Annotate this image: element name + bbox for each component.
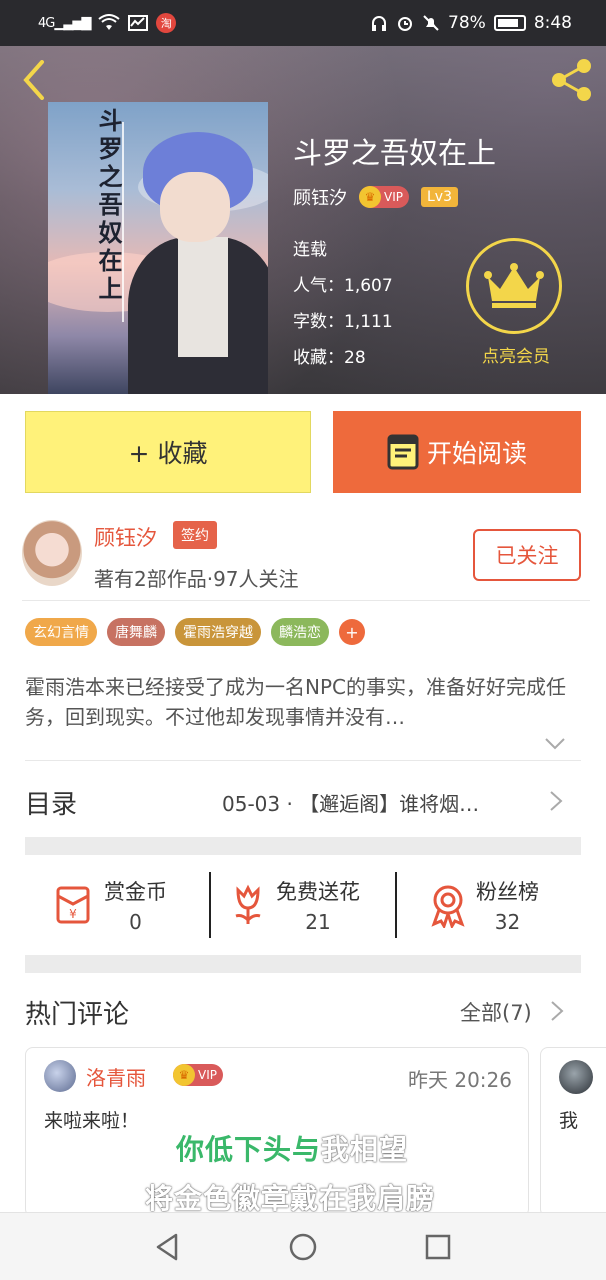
tag-item[interactable]: 麟浩恋 (271, 618, 329, 646)
vip-member-button[interactable] (466, 238, 562, 334)
serial-status: 连载 (293, 240, 327, 260)
alarm-icon (398, 17, 413, 31)
comment-text: 我 (559, 1110, 579, 1132)
fans-ranking-button[interactable]: 粉丝榜 32 (426, 872, 539, 938)
red-envelope-icon: ¥ (56, 886, 90, 924)
reward-coins-label: 赏金币 (104, 880, 167, 904)
section-separator (25, 837, 581, 855)
vip-member-label[interactable]: 点亮会员 (468, 342, 564, 367)
svg-text:¥: ¥ (69, 907, 77, 921)
comment-time: 昨天 20:26 (408, 1068, 512, 1092)
wifi-icon (98, 14, 120, 30)
clock: 8:48 (533, 13, 572, 33)
share-button[interactable] (550, 58, 594, 102)
divider (395, 872, 397, 938)
author-name[interactable]: 顾钰汐 (293, 184, 347, 210)
comment-text: 来啦来啦！ (44, 1110, 140, 1132)
start-reading-button[interactable]: 开始阅读 (333, 411, 581, 493)
free-flower-value: 21 (305, 910, 331, 934)
commenter-name[interactable]: 洛青雨 (86, 1062, 146, 1091)
author-row: 顾钰汐 ♛ VIP Lv3 (293, 184, 458, 210)
follow-button[interactable]: 已关注 (473, 529, 581, 581)
latest-chapter[interactable]: 05-03 · 【邂逅阁】谁将烟… (222, 788, 479, 817)
book-icon (387, 434, 419, 470)
divider (25, 760, 581, 761)
book-meta: 连载 人气：1,607 字数：1,111 收藏：28 (293, 232, 393, 376)
commenter-avatar[interactable] (44, 1060, 76, 1092)
author-avatar[interactable] (22, 520, 82, 586)
nav-recents-icon[interactable] (422, 1231, 454, 1263)
reward-coins-button[interactable]: ¥ 赏金币 0 (52, 872, 167, 938)
author-stats: 著有2部作品·97人关注 (94, 567, 299, 591)
free-flower-label: 免费送花 (276, 880, 360, 904)
lyrics-line-1: 你低下头与我相望 (176, 1133, 409, 1166)
taobao-notification-icon: 淘 (156, 13, 177, 33)
nav-home-icon[interactable] (287, 1231, 319, 1263)
system-nav-bar (0, 1212, 606, 1280)
all-comments-link[interactable]: 全部(7) (460, 997, 532, 1027)
comment-card[interactable]: 我 (540, 1047, 606, 1217)
chevron-right-icon[interactable] (550, 1000, 564, 1022)
popularity: 人气：1,607 (293, 276, 393, 296)
battery-percent: 78% (448, 13, 486, 33)
status-bar: 4G▁▃▅▇ 淘 78% 8:48 (0, 0, 606, 46)
book-header: 斗罗之吾奴在上 斗罗之吾奴在上 顾钰汐 ♛ VIP Lv3 连载 人气：1,60… (0, 46, 606, 394)
share-icon (552, 59, 591, 101)
vip-badge: ♛ VIP (173, 1064, 223, 1086)
divider (22, 600, 590, 601)
fans-ranking-value: 32 (494, 910, 521, 934)
free-flower-button[interactable]: 免费送花 21 (228, 872, 360, 938)
crown-icon (484, 263, 544, 308)
battery-icon (493, 15, 526, 31)
medal-icon (431, 885, 465, 928)
tag-item[interactable]: 霍雨浩穿越 (175, 618, 261, 646)
tag-list: 玄幻言情 唐舞麟 霍雨浩穿越 麟浩恋 + (25, 618, 365, 646)
chevron-right-icon[interactable] (548, 790, 564, 812)
section-separator (25, 955, 581, 973)
reward-coins-value: 0 (129, 910, 142, 934)
headset-icon (372, 16, 387, 31)
level-badge: Lv3 (420, 187, 458, 207)
tag-item[interactable]: 玄幻言情 (25, 618, 97, 646)
vip-badge: ♛ VIP (359, 186, 409, 208)
fans-ranking-label: 粉丝榜 (476, 880, 539, 904)
collect-button[interactable]: + 收藏 (25, 411, 311, 493)
lyrics-line-2: 将金色徽章戴在我肩膀 (145, 1182, 436, 1215)
book-description[interactable]: 霍雨浩本来已经接受了成为一名NPC的事实，准备好好完成任务，回到现实。不过他却发… (25, 672, 577, 732)
back-arrow-icon (23, 60, 44, 100)
back-button[interactable] (14, 58, 54, 102)
favorites-count: 收藏：28 (293, 348, 366, 368)
crown-icon: ♛ (173, 1064, 195, 1086)
commenter-avatar[interactable] (559, 1060, 593, 1094)
flower-icon (235, 884, 261, 924)
start-reading-label: 开始阅读 (426, 439, 527, 468)
tag-item[interactable]: 唐舞麟 (107, 618, 165, 646)
cellular-signal-icon: 4G▁▃▅▇ (38, 15, 91, 31)
mute-icon (423, 15, 439, 31)
hot-comments-title: 热门评论 (25, 1000, 130, 1030)
toc-title[interactable]: 目录 (25, 784, 77, 821)
cover-title: 斗罗之吾奴在上 (94, 108, 123, 304)
book-cover[interactable]: 斗罗之吾奴在上 (48, 102, 268, 394)
activity-icon (128, 15, 149, 31)
nav-back-icon[interactable] (152, 1231, 184, 1263)
crown-icon: ♛ (359, 186, 381, 208)
book-title: 斗罗之吾奴在上 (293, 136, 497, 170)
signed-badge: 签约 (173, 521, 217, 549)
author-name-link[interactable]: 顾钰汐 (94, 522, 157, 552)
chevron-down-icon[interactable] (543, 734, 567, 754)
divider (209, 872, 211, 938)
word-count: 字数：1,111 (293, 312, 393, 332)
more-tags-button[interactable]: + (339, 619, 365, 645)
